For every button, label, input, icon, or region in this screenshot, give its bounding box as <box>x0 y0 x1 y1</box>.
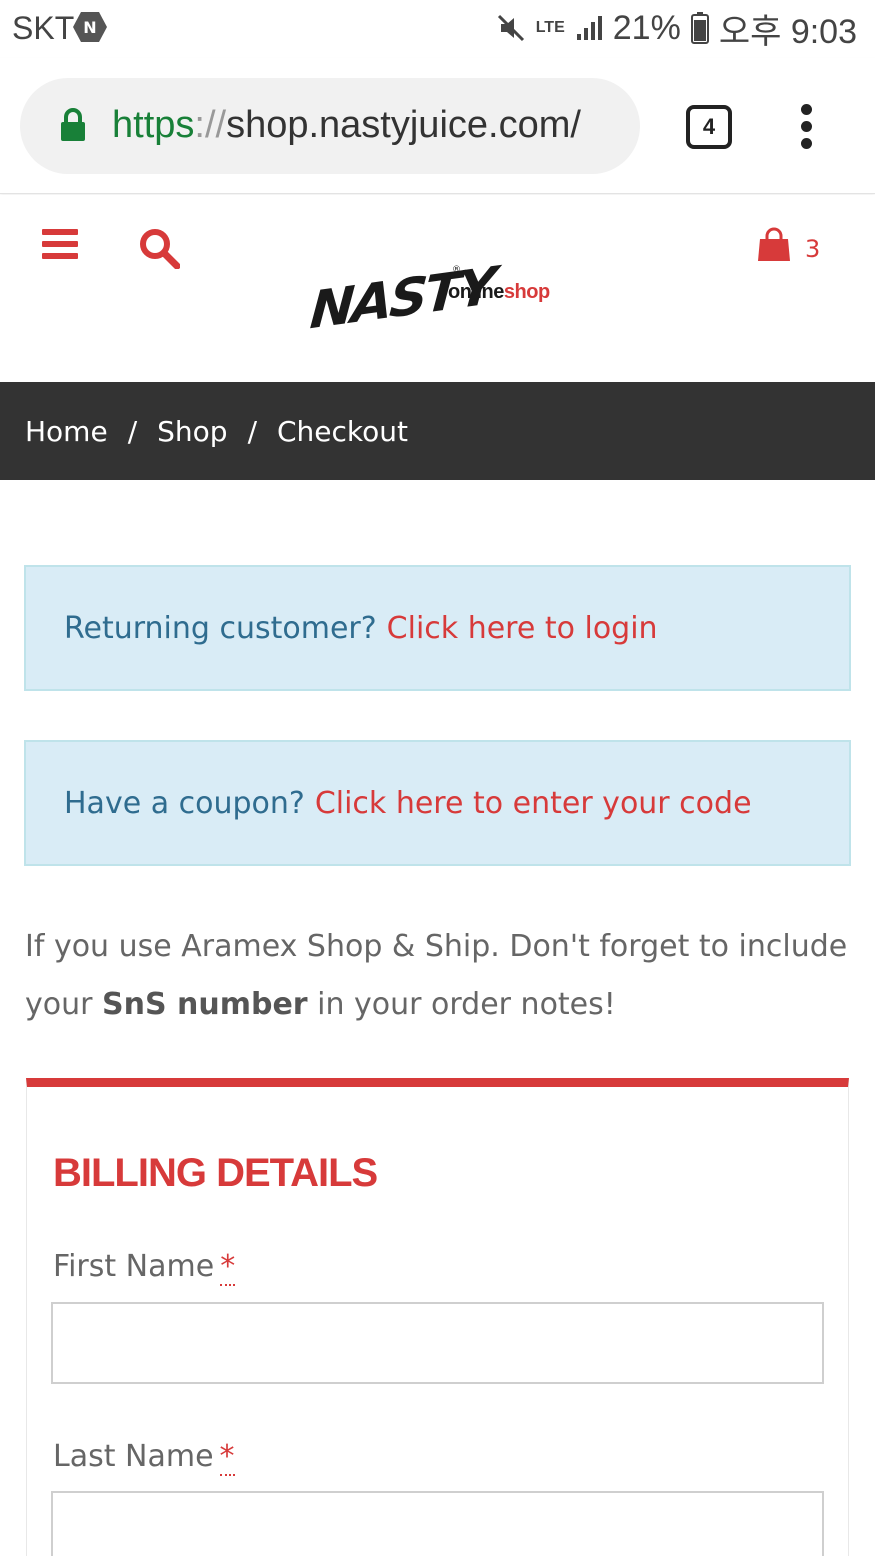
status-bar: SKT N LTE 21% 오후 9:03 <box>0 0 875 58</box>
network-type: LTE <box>535 19 565 36</box>
url-host: shop.nastyjuice.com/ <box>226 104 581 146</box>
billing-title: BILLING DETAILS <box>53 1151 378 1195</box>
url-text: https://shop.nastyjuice.com/ <box>112 104 581 147</box>
url-bar[interactable]: https://shop.nastyjuice.com/ <box>20 78 640 174</box>
last-name-label-text: Last Name <box>53 1439 214 1474</box>
svg-text:N: N <box>83 18 96 37</box>
billing-details-section: BILLING DETAILS First Name * Last Name * <box>26 1078 849 1556</box>
breadcrumb-checkout: Checkout <box>277 414 408 448</box>
logo-subtitle: onlineshop <box>448 281 550 304</box>
info-text-bold: SnS number <box>102 987 308 1022</box>
cart-count[interactable]: 3 <box>805 235 820 263</box>
aramex-info-text: If you use Aramex Shop & Ship. Don't for… <box>25 918 855 1034</box>
enter-coupon-link[interactable]: Click here to enter your code <box>315 786 752 821</box>
first-name-label: First Name * <box>53 1249 236 1286</box>
more-options-icon[interactable] <box>794 104 818 150</box>
first-name-label-text: First Name <box>53 1249 215 1284</box>
required-mark: * <box>220 1249 236 1286</box>
registered-mark: ® <box>452 265 461 275</box>
first-name-input[interactable] <box>51 1302 824 1384</box>
naver-notification-icon: N <box>73 12 107 42</box>
returning-customer-notice: Returning customer? Click here to login <box>24 565 851 691</box>
coupon-notice: Have a coupon? Click here to enter your … <box>24 740 851 866</box>
breadcrumb-separator: / <box>127 414 138 448</box>
breadcrumb-shop[interactable]: Shop <box>157 415 227 448</box>
lock-icon <box>61 108 85 141</box>
url-separator: :// <box>194 104 227 146</box>
required-mark: * <box>219 1439 235 1476</box>
info-text-after: in your order notes! <box>307 987 616 1022</box>
site-logo[interactable]: NASTY ® onlineshop <box>308 257 572 345</box>
last-name-label: Last Name * <box>53 1439 235 1476</box>
battery-percent: 21% <box>612 8 681 47</box>
search-icon[interactable] <box>138 227 180 269</box>
returning-customer-text: Returning customer? <box>64 610 377 646</box>
shopping-bag-icon[interactable] <box>756 227 792 263</box>
url-scheme: https <box>112 104 195 146</box>
browser-toolbar: https://shop.nastyjuice.com/ 4 <box>0 58 875 194</box>
tab-switcher-button[interactable]: 4 <box>686 105 732 149</box>
login-link[interactable]: Click here to login <box>387 611 658 646</box>
carrier-name: SKT <box>12 10 75 46</box>
signal-icon <box>576 16 602 40</box>
site-header: 3 NASTY ® onlineshop <box>0 195 875 382</box>
coupon-text: Have a coupon? <box>64 785 305 821</box>
breadcrumb-home[interactable]: Home <box>25 415 108 448</box>
logo-online: online <box>448 281 504 303</box>
last-name-input[interactable] <box>51 1491 824 1556</box>
hamburger-menu-icon[interactable] <box>42 229 78 259</box>
battery-icon <box>690 12 709 44</box>
clock: 오후 9:03 <box>718 12 857 51</box>
status-indicators: LTE 21% 오후 9:03 <box>496 8 857 51</box>
logo-shop: shop <box>503 281 550 303</box>
breadcrumb: Home / Shop / Checkout <box>0 382 875 480</box>
breadcrumb-separator: / <box>247 414 257 448</box>
mute-icon <box>497 14 524 42</box>
